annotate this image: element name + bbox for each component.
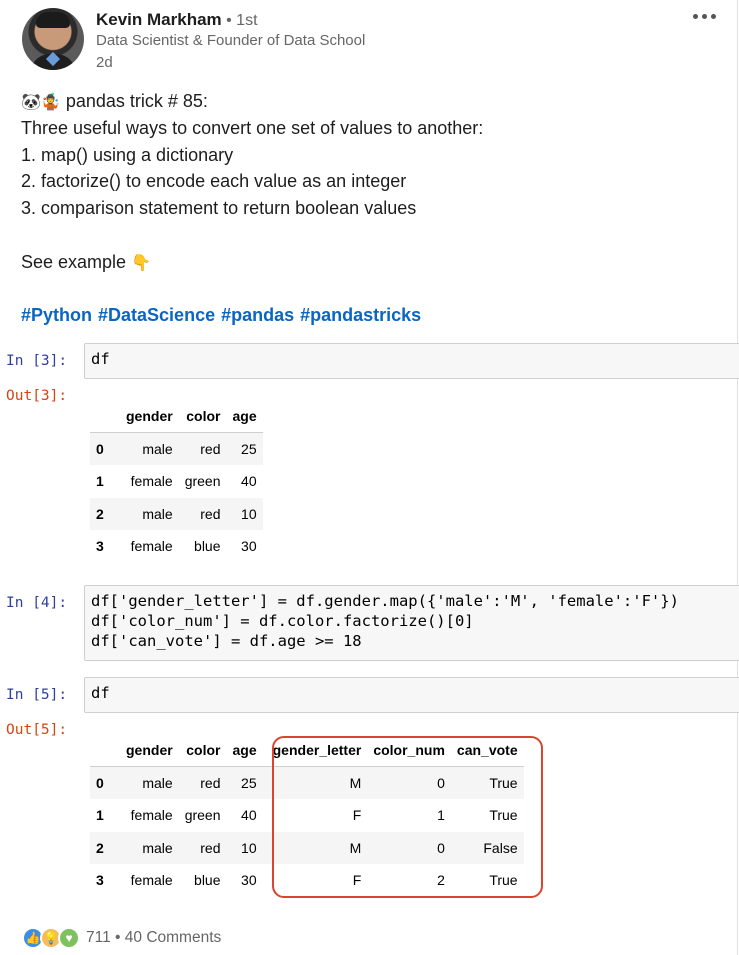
table-row: 2 male red 10 M 0 False <box>90 831 524 864</box>
row-index: 3 <box>96 538 104 555</box>
dataframe-table: gender color age 0 male red 25 1 female green… <box>90 400 263 563</box>
table-cell: 25 <box>241 441 257 457</box>
table-cell: male <box>142 505 173 522</box>
table-cell: 0 <box>437 839 445 856</box>
column-header: color <box>186 408 221 424</box>
table-row: 3 female blue 30 <box>90 530 263 563</box>
table-cell: red <box>200 441 221 457</box>
table-cell: True <box>489 775 518 791</box>
support-icon[interactable]: ♥ <box>58 927 80 949</box>
reaction-summary: 711 • 40 Comments <box>86 929 222 946</box>
column-header: gender <box>126 742 173 758</box>
table-cell: M <box>349 775 362 791</box>
table-cell: female <box>130 807 173 824</box>
code-line: df['gender_letter'] = df.gender.map({'ma… <box>91 592 679 610</box>
column-header: gender_letter <box>272 742 362 758</box>
table-header-row: gender color age <box>90 400 263 433</box>
table-cell: 30 <box>241 538 257 555</box>
code-line: df['color_num'] = df.color.factorize()[0… <box>91 612 474 630</box>
table-cell: red <box>200 839 221 856</box>
column-header: color <box>186 742 221 758</box>
column-header: can_vote <box>456 742 518 758</box>
table-cell: 0 <box>437 775 445 791</box>
table-cell: 40 <box>241 473 257 490</box>
row-index: 2 <box>96 839 104 856</box>
row-index: 2 <box>96 505 104 522</box>
table-cell: True <box>489 872 518 889</box>
table-row: 0 male red 25 M 0 True <box>90 766 524 799</box>
table-cell: M <box>349 839 362 856</box>
column-header: age <box>232 408 257 424</box>
table-row: 3 female blue 30 F 2 True <box>90 864 524 897</box>
table-cell: female <box>130 538 173 555</box>
table-cell: blue <box>194 538 221 555</box>
column-header: color_num <box>373 742 445 758</box>
column-header <box>90 734 120 767</box>
table-cell: F <box>352 807 362 824</box>
in-prompt: In [4]: <box>6 595 68 611</box>
reaction-count[interactable]: 711 <box>86 929 111 946</box>
table-cell: male <box>142 839 173 856</box>
column-header: age <box>232 742 257 758</box>
row-index: 0 <box>96 775 104 791</box>
row-index: 0 <box>96 441 104 457</box>
social-counts: 👍 💡 ♥ 711 • 40 Comments <box>22 926 221 950</box>
table-cell: False <box>483 839 518 856</box>
table-cell: red <box>200 505 221 522</box>
code-cell: df['gender_letter'] = df.gender.map({'ma… <box>84 585 739 661</box>
table-cell: 40 <box>241 807 257 824</box>
in-prompt: In [3]: <box>6 353 68 369</box>
row-index: 1 <box>96 473 104 490</box>
dataframe-table: gender color age gender_letter color_num… <box>90 734 524 897</box>
out-prompt: Out[3]: <box>6 388 68 404</box>
table-row: 0 male red 25 <box>90 432 263 465</box>
code-cell: df <box>84 343 739 379</box>
column-header: gender <box>126 408 173 424</box>
table-cell: F <box>352 872 362 889</box>
table-cell: red <box>200 775 221 791</box>
table-cell: female <box>130 473 173 490</box>
table-cell: 1 <box>437 807 445 824</box>
table-cell: 10 <box>241 505 257 522</box>
table-row: 1 female green 40 <box>90 465 263 498</box>
column-header <box>90 400 120 433</box>
code-line: df <box>91 684 110 702</box>
table-cell: 2 <box>437 872 445 889</box>
table-cell: green <box>184 473 221 490</box>
table-cell: male <box>142 441 173 457</box>
table-row: 2 male red 10 <box>90 497 263 530</box>
notebook-screenshot: In [3]: df Out[3]: gender color age 0 mal… <box>0 0 739 955</box>
table-cell: True <box>489 807 518 824</box>
table-cell: 10 <box>241 839 257 856</box>
table-cell: male <box>142 775 173 791</box>
code-cell: df <box>84 677 739 713</box>
table-cell: 25 <box>241 775 257 791</box>
table-cell: blue <box>194 872 221 889</box>
code-line: df['can_vote'] = df.age >= 18 <box>91 632 362 650</box>
table-row: 1 female green 40 F 1 True <box>90 799 524 832</box>
table-cell: green <box>184 807 221 824</box>
code-line: df <box>91 350 110 368</box>
row-index: 3 <box>96 872 104 889</box>
table-cell: female <box>130 872 173 889</box>
table-header-row: gender color age gender_letter color_num… <box>90 734 524 767</box>
table-cell: 30 <box>241 872 257 889</box>
comments-count[interactable]: 40 Comments <box>125 929 221 946</box>
out-prompt: Out[5]: <box>6 722 68 738</box>
row-index: 1 <box>96 807 104 824</box>
in-prompt: In [5]: <box>6 687 68 703</box>
